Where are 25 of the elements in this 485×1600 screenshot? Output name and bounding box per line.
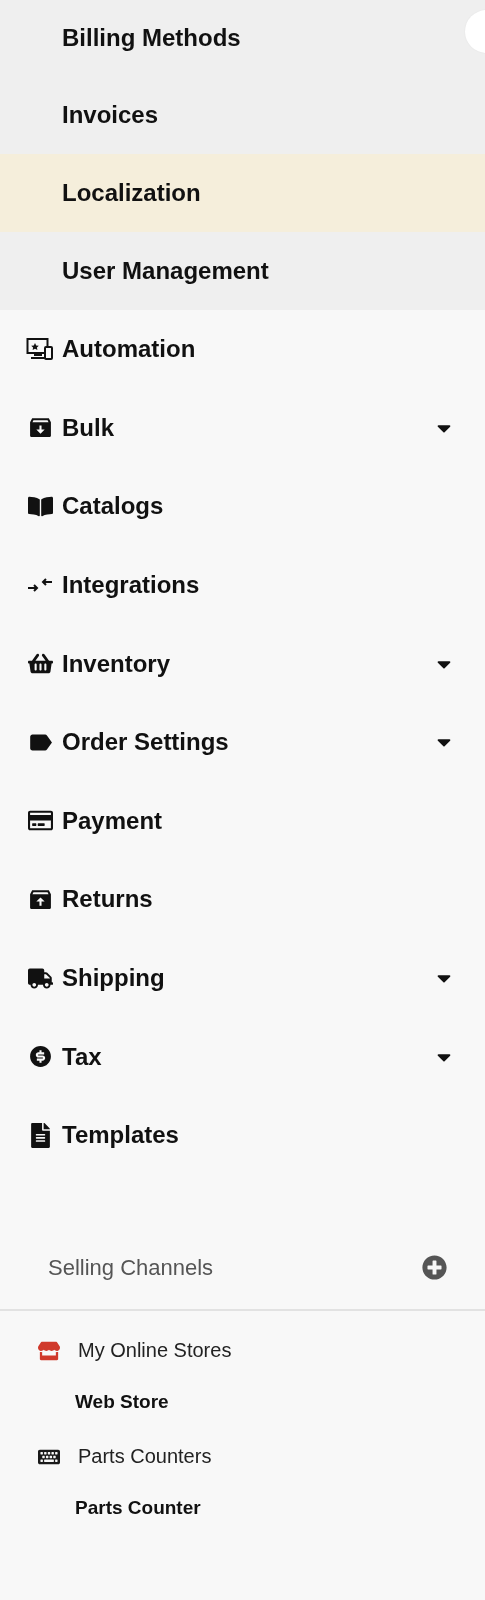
- section-title: Selling Channels: [48, 1254, 214, 1281]
- menu-item[interactable]: Shipping: [62, 964, 433, 993]
- submenu-item[interactable]: Invoices: [0, 76, 485, 154]
- add-icon[interactable]: [422, 1255, 447, 1281]
- submenu-item[interactable]: User Management: [0, 232, 485, 310]
- monitor-star-icon: [26, 337, 54, 362]
- menu-item[interactable]: Integrations: [62, 571, 455, 600]
- menu-item[interactable]: Bulk: [62, 413, 433, 442]
- channel-item[interactable]: Web Store: [75, 1386, 485, 1417]
- menu-item[interactable]: Automation: [62, 335, 455, 364]
- menu-item[interactable]: Inventory: [62, 649, 433, 678]
- menu-item[interactable]: Tax: [62, 1042, 433, 1071]
- channel-group-label: My Online Stores: [78, 1339, 232, 1363]
- submenu-item[interactable]: Localization: [0, 154, 485, 232]
- channel-group-label: Parts Counters: [78, 1445, 212, 1469]
- menu-item[interactable]: Payment: [62, 806, 455, 835]
- menu-item[interactable]: Order Settings: [62, 728, 433, 757]
- menu-item[interactable]: Templates: [62, 1121, 455, 1150]
- channel-item[interactable]: Parts Counter: [75, 1492, 485, 1523]
- submenu-item[interactable]: Billing Methods: [0, 0, 465, 76]
- arrows-icon: [27, 577, 53, 594]
- menu-item[interactable]: Catalogs: [62, 492, 455, 521]
- book-icon: [27, 494, 53, 519]
- menu-item[interactable]: Returns: [62, 885, 455, 914]
- dollar-icon: [27, 1044, 53, 1070]
